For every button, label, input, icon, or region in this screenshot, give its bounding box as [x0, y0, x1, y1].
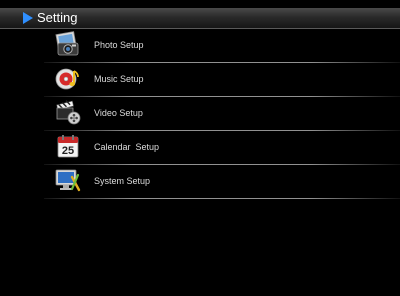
page-title: Setting — [37, 10, 78, 25]
system-icon — [54, 167, 82, 195]
divider — [44, 198, 400, 199]
menu-item-video-setup[interactable]: Video Setup — [44, 97, 400, 131]
menu-item-label: Music Setup — [94, 74, 144, 84]
calendar-day-text: 25 — [62, 145, 74, 157]
calendar-icon: 25 — [54, 133, 82, 161]
photo-icon — [54, 31, 82, 59]
menu-item-calendar-setup[interactable]: 25 Calendar Setup — [44, 131, 400, 165]
menu-item-label: Calendar Setup — [94, 142, 160, 152]
music-icon — [54, 65, 82, 93]
video-icon — [54, 99, 82, 127]
menu-item-photo-setup[interactable]: Photo Setup — [44, 29, 400, 63]
menu-item-label: System Setup — [94, 176, 151, 186]
title-bar: Setting — [0, 8, 400, 29]
play-arrow-icon — [23, 12, 33, 24]
menu-item-label: Video Setup — [94, 108, 143, 118]
menu-item-music-setup[interactable]: Music Setup — [44, 63, 400, 97]
menu-item-label: Photo Setup — [94, 40, 144, 50]
menu-item-system-setup[interactable]: System Setup — [44, 165, 400, 199]
